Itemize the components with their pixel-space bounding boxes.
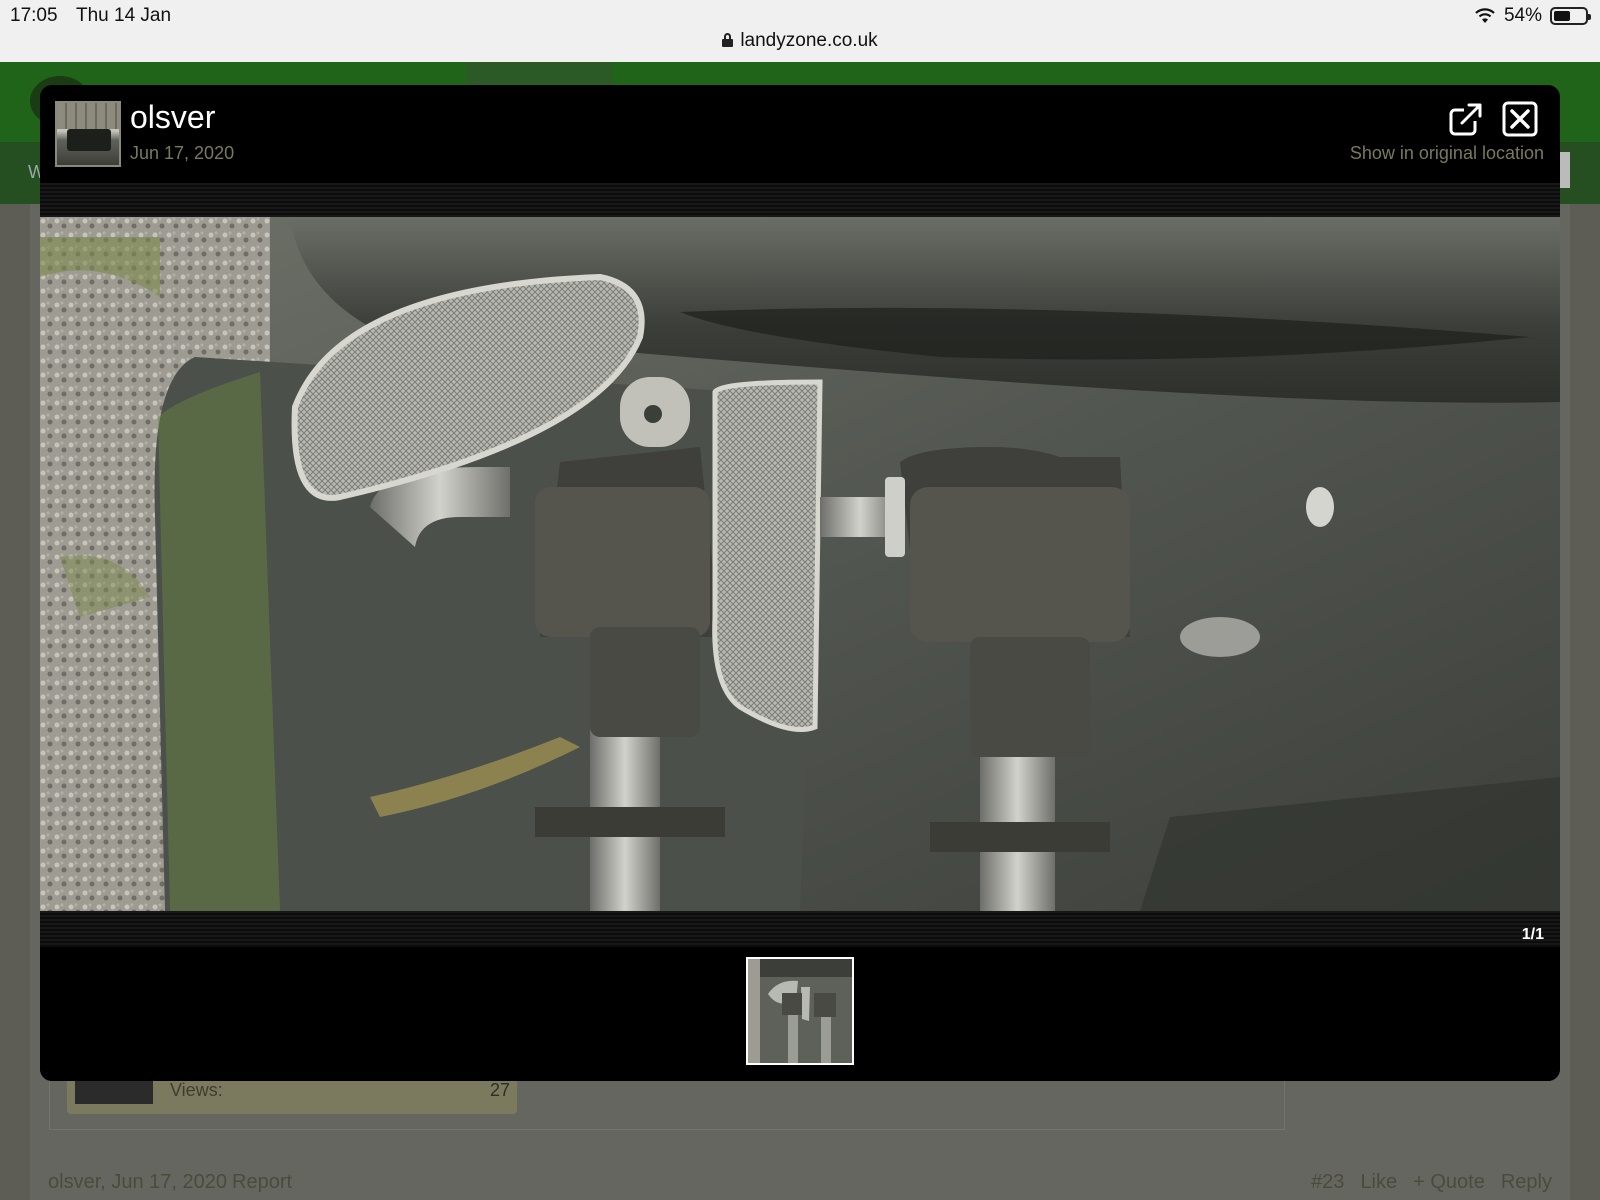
status-right: 54% [1474, 5, 1591, 27]
lightbox-strip-bottom [40, 911, 1560, 947]
quote-button[interactable]: + Quote [1413, 1171, 1485, 1194]
avatar-vehicle [67, 129, 111, 151]
oil-pump-photo [40, 217, 1560, 911]
address-bar[interactable]: landyzone.co.uk [0, 30, 1600, 52]
lock-icon [722, 33, 734, 47]
post-actions: #23 Like + Quote Reply [1311, 1171, 1552, 1194]
lightbox-photo[interactable] [40, 217, 1560, 911]
views-label: Views: [170, 1080, 223, 1100]
image-counter: 1/1 [1521, 926, 1544, 943]
report-link[interactable]: Report [232, 1171, 292, 1194]
battery-percent: 54% [1503, 5, 1542, 26]
image-lightbox: olsver Jun 17, 2020 Show in original loc… [40, 85, 1560, 1081]
lightbox-strip-top [40, 183, 1560, 217]
lightbox-username[interactable]: olsver [130, 99, 215, 136]
post-meta[interactable]: olsver, Jun 17, 2020 [48, 1171, 227, 1194]
lightbox-header: olsver Jun 17, 2020 Show in original loc… [40, 85, 1560, 183]
url-text: landyzone.co.uk [740, 30, 878, 51]
battery-icon [1550, 7, 1591, 25]
status-time: 17:05 [10, 5, 58, 26]
external-link-icon[interactable] [1448, 101, 1484, 137]
status-date: Thu 14 Jan [76, 5, 172, 26]
show-original-location-link[interactable]: Show in original location [1350, 143, 1544, 164]
wifi-icon [1475, 8, 1495, 23]
close-icon[interactable] [1502, 101, 1538, 137]
thumbnail-photo [748, 959, 852, 1063]
views-value: 27 [489, 1080, 510, 1100]
lightbox-date: Jun 17, 2020 [130, 143, 235, 163]
like-button[interactable]: Like [1360, 1171, 1397, 1194]
avatar-background [57, 103, 119, 129]
avatar[interactable] [55, 101, 121, 167]
battery-level [1554, 11, 1571, 21]
ios-status-bar: 17:05 Thu 14 Jan 54% landyzone.co.uk [0, 0, 1600, 62]
thumbnail-active[interactable] [746, 957, 854, 1065]
site-header-tab [466, 62, 612, 86]
reply-button[interactable]: Reply [1501, 1171, 1552, 1194]
post-number-link[interactable]: #23 [1311, 1171, 1344, 1194]
